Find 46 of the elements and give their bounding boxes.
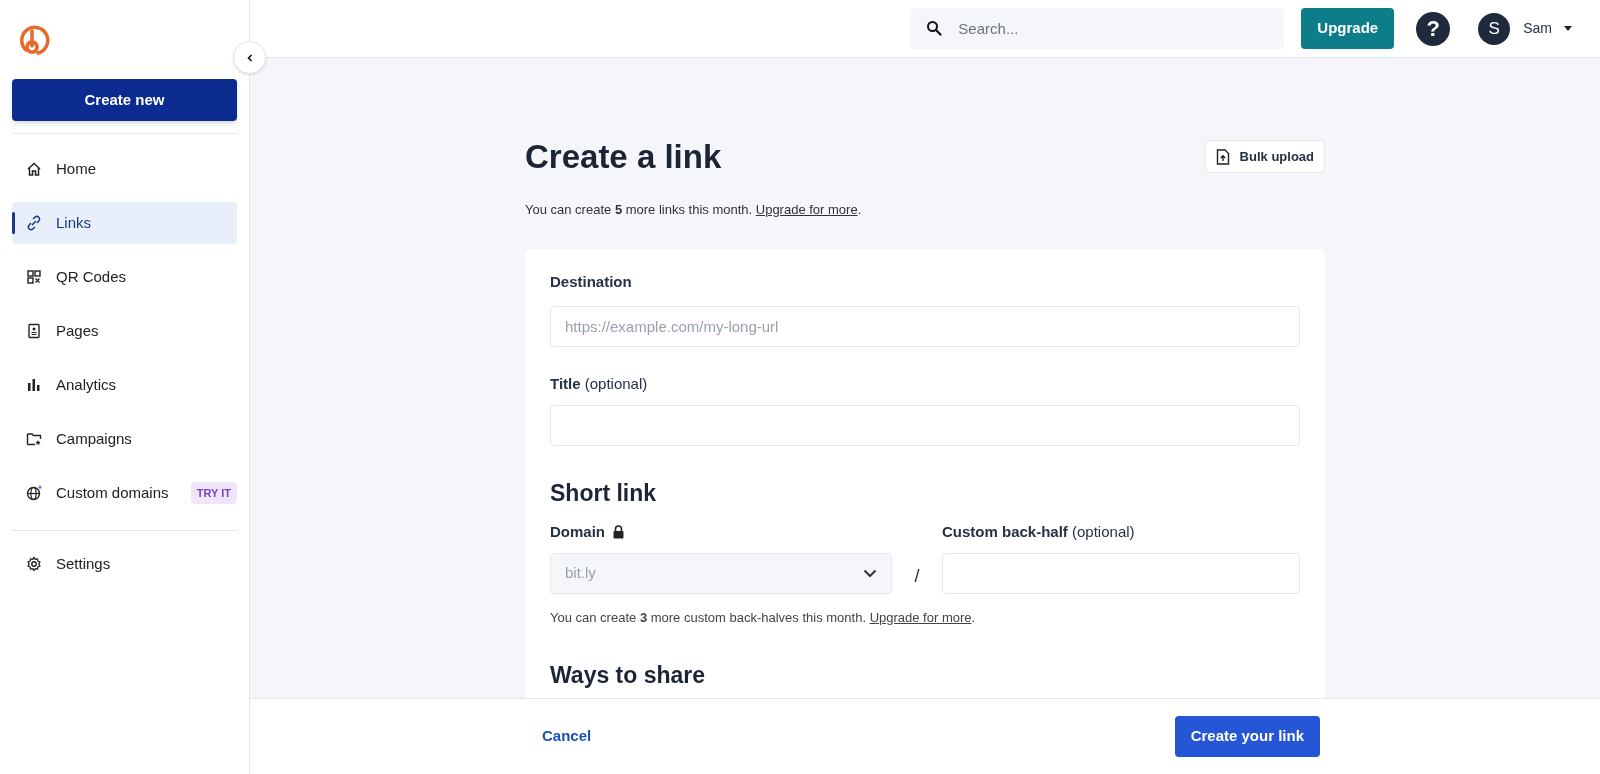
field-label: Custom back-half (optional) <box>942 521 1136 542</box>
field-label: Destination <box>550 272 633 292</box>
search-field[interactable]: Search... <box>910 8 1285 49</box>
link-icon <box>26 215 42 231</box>
nav-item[interactable]: Campaigns <box>12 418 237 460</box>
upgrade-link[interactable]: Upgrade for more <box>755 201 858 217</box>
title-input[interactable] <box>550 405 1300 446</box>
try-it-badge: TRY IT <box>190 481 237 505</box>
back-half-input[interactable] <box>942 553 1300 594</box>
section-heading: Ways to share <box>550 660 707 690</box>
page-title: Create a link <box>525 137 722 177</box>
nav-item[interactable]: Analytics <box>12 364 237 406</box>
upgrade-button[interactable]: Upgrade <box>1301 8 1395 49</box>
user-avatar[interactable]: S <box>1478 12 1511 45</box>
nav-item[interactable]: QR Codes <box>12 256 237 298</box>
home-icon <box>26 161 42 177</box>
nav-item[interactable]: Custom domains TRY IT <box>12 472 237 514</box>
settings-icon <box>26 556 42 572</box>
search-icon <box>926 20 943 36</box>
separator-slash: / <box>913 565 921 588</box>
lock-icon <box>613 524 624 539</box>
create-new-button[interactable]: Create new <box>12 79 237 121</box>
upgrade-link[interactable]: Upgrade for more <box>869 610 972 625</box>
nav-item[interactable]: Pages <box>12 310 237 352</box>
bar-chart-icon <box>26 377 42 393</box>
folder-star-icon <box>26 431 42 447</box>
links-remaining-text: You can create 5 more links this month. Upgrade for more. <box>525 200 863 219</box>
field-label: Domain <box>550 521 605 542</box>
help-button[interactable]: ? <box>1416 11 1451 46</box>
nav-item[interactable]: Links <box>12 202 237 244</box>
section-heading: Short link <box>550 479 658 508</box>
destination-input[interactable]: https://example.com/my-long-url <box>550 305 1300 347</box>
nav-item[interactable]: Settings <box>12 543 237 585</box>
chevron-down-icon <box>863 569 877 578</box>
create-link-button[interactable]: Create your link <box>1174 716 1320 757</box>
user-name[interactable]: Sam <box>1523 18 1552 39</box>
back-halves-remaining-text: You can create 3 more custom back-halves this month. Upgrade for more. <box>550 609 977 627</box>
nav-item[interactable]: Home <box>12 148 237 190</box>
file-upload-icon <box>1215 148 1230 165</box>
field-label: Title (optional) <box>550 373 649 394</box>
caret-down-icon[interactable] <box>1564 26 1572 31</box>
globe-icon <box>26 485 42 501</box>
page-icon <box>26 323 42 339</box>
qr-code-icon <box>26 269 42 285</box>
cancel-button[interactable]: Cancel <box>542 725 592 748</box>
bulk-upload-button[interactable]: Bulk upload <box>1204 140 1325 174</box>
